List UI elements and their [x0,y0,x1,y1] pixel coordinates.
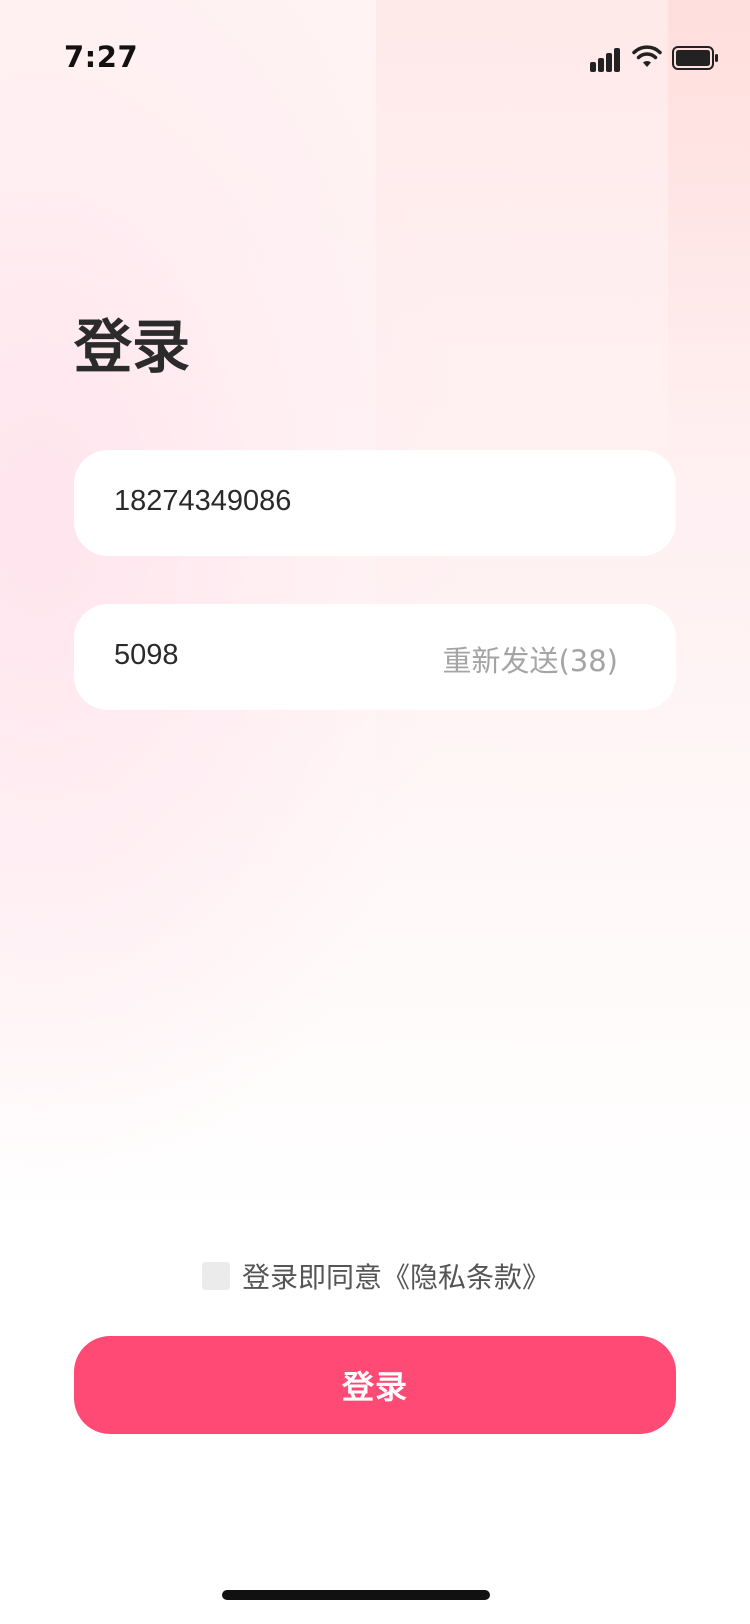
verification-code-input[interactable]: 5098 重新发送(38) [74,604,676,710]
battery-icon [672,46,718,70]
agreement-row: 登录即同意《隐私条款》 [202,1258,550,1294]
status-time: 7:27 [64,40,139,74]
phone-input-value: 18274349086 [114,485,292,517]
phone-input[interactable]: 18274349086 [74,450,676,556]
page-title: 登录 [74,313,191,381]
resend-code-button[interactable]: 重新发送(38) [442,638,618,680]
cellular-signal-icon [590,46,622,72]
agreement-checkbox[interactable] [202,1262,230,1290]
verification-code-value: 5098 [114,639,179,671]
status-bar: 7:27 [0,0,750,88]
wifi-icon [632,45,662,67]
agreement-text[interactable]: 登录即同意《隐私条款》 [242,1256,550,1296]
login-button[interactable]: 登录 [74,1336,676,1434]
home-indicator [222,1590,490,1600]
